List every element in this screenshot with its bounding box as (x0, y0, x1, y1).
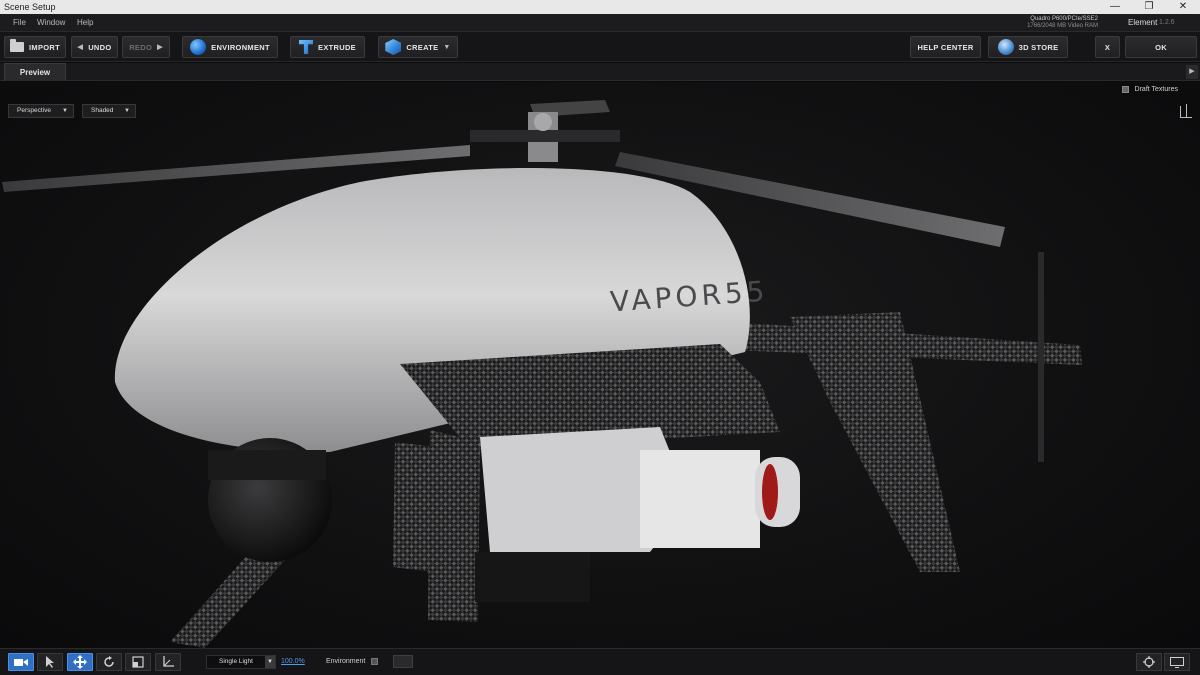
rotor-hub (534, 113, 552, 131)
app-name: Element (1128, 18, 1158, 27)
pointer-icon (46, 656, 54, 668)
menu-bar: File Window Help Quadro P600/PCIe/SSE2 1… (0, 14, 1200, 32)
helicopter-drone-model (2, 100, 1082, 648)
environment-button[interactable]: ENVIRONMENT (182, 36, 278, 58)
rotor-hub-bar (470, 130, 620, 142)
axis-icon (163, 656, 174, 667)
bottom-toolbar: Single Light ▼ 100.0% Environment (0, 648, 1200, 675)
extrude-button[interactable]: EXTRUDE (290, 36, 365, 58)
chevron-down-icon: ▼ (265, 656, 275, 668)
environment-color-swatch[interactable] (393, 655, 413, 668)
move-icon (73, 655, 87, 669)
tail-rotor (1038, 252, 1044, 462)
gpu-info: Quadro P600/PCIe/SSE2 (1030, 16, 1098, 22)
close-window-button[interactable]: ✕ (1166, 0, 1200, 14)
rotate-tool[interactable] (96, 653, 122, 671)
tab-preview[interactable]: Preview (4, 63, 66, 81)
3d-viewport[interactable]: Perspective ▼ Shaded ▼ Draft Textures VA… (0, 82, 1200, 648)
undo-arrow-icon: ◀ (77, 44, 84, 51)
cancel-button[interactable]: X (1095, 36, 1120, 58)
window-controls: — ❐ ✕ (1098, 0, 1200, 14)
create-button[interactable]: CREATE ▼ (378, 36, 458, 58)
draft-textures-toggle[interactable]: Draft Textures (1121, 86, 1178, 93)
help-center-button[interactable]: HELP CENTER (910, 36, 981, 58)
undo-label: UNDO (88, 42, 112, 52)
select-tool[interactable] (37, 653, 63, 671)
preview-header: Preview ▶ (0, 63, 1200, 81)
cancel-label: X (1104, 42, 1111, 52)
shading-select[interactable]: Shaded ▼ (82, 104, 136, 118)
chevron-down-icon: ▼ (443, 43, 451, 51)
light-mode-value: Single Light (219, 658, 253, 665)
camera-view-value: Perspective (17, 107, 51, 114)
scale-icon (132, 656, 144, 668)
gimbal-mount (208, 450, 326, 480)
extrude-icon (299, 40, 314, 54)
minimize-button[interactable]: — (1098, 0, 1132, 14)
create-label: CREATE (406, 42, 439, 52)
globe-icon (190, 39, 207, 55)
draft-textures-checkbox[interactable] (1121, 86, 1129, 93)
shading-value: Shaded (91, 107, 114, 114)
payload-pod (640, 450, 760, 548)
system-info: Quadro P600/PCIe/SSE2 1766/2048 MB Video… (1027, 16, 1098, 30)
undo-button[interactable]: ◀ UNDO (71, 36, 118, 58)
earth-icon (997, 39, 1014, 55)
monitor-icon (1170, 656, 1184, 668)
menu-window[interactable]: Window (37, 14, 65, 32)
redo-button[interactable]: REDO ▶ (122, 36, 170, 58)
light-intensity-link[interactable]: 100.0% (281, 655, 305, 669)
landing-strut-mid (393, 442, 435, 572)
store-label: 3D STORE (1018, 42, 1059, 52)
import-button[interactable]: IMPORT (4, 36, 66, 58)
axis-tool[interactable] (155, 653, 181, 671)
fullscreen-preview-button[interactable] (1164, 653, 1190, 671)
extrude-label: EXTRUDE (318, 42, 356, 52)
3d-store-button[interactable]: 3D STORE (988, 36, 1068, 58)
target-icon (1143, 656, 1155, 668)
chevron-down-icon: ▼ (124, 108, 130, 114)
restore-button[interactable]: ❐ (1132, 0, 1166, 14)
scale-tool[interactable] (125, 653, 151, 671)
redo-label: REDO (129, 42, 153, 52)
folder-icon (10, 39, 25, 52)
help-center-label: HELP CENTER (917, 42, 974, 52)
move-tool[interactable] (67, 653, 93, 671)
rotate-icon (104, 656, 114, 667)
ok-button[interactable]: OK (1125, 36, 1197, 58)
draft-textures-label: Draft Textures (1134, 86, 1178, 93)
window-titlebar: Scene Setup — ❐ ✕ (0, 0, 1200, 14)
camera-icon (14, 659, 28, 666)
camera-tool[interactable] (8, 653, 34, 671)
panel-expand-button[interactable]: ▶ (1186, 65, 1198, 79)
battery-box (475, 552, 590, 602)
menu-help[interactable]: Help (77, 14, 93, 32)
landing-strut-front (428, 430, 480, 622)
render-settings-button[interactable] (1136, 653, 1162, 671)
main-toolbar: IMPORT ◀ UNDO REDO ▶ ENVIRONMENT EXTRUDE… (0, 32, 1200, 62)
redo-arrow-icon: ▶ (157, 44, 163, 51)
app-version: 1.2.6 (1159, 19, 1175, 26)
ok-label: OK (1155, 42, 1167, 52)
vram-info: 1766/2048 MB Video RAM (1027, 23, 1098, 29)
cube-icon (385, 39, 402, 55)
environment-toggle-label: Environment (326, 658, 366, 665)
menu-file[interactable]: File (13, 14, 26, 32)
payload-ring (762, 464, 778, 520)
maximize-viewport-icon[interactable] (1180, 104, 1192, 118)
import-label: IMPORT (29, 42, 60, 52)
environment-checkbox[interactable] (371, 658, 378, 665)
light-mode-select[interactable]: Single Light ▼ (206, 655, 276, 669)
window-title: Scene Setup (4, 2, 56, 12)
chevron-down-icon: ▼ (62, 108, 68, 114)
environment-label: ENVIRONMENT (211, 42, 270, 52)
landing-skid-left (170, 552, 285, 648)
camera-view-select[interactable]: Perspective ▼ (8, 104, 74, 118)
